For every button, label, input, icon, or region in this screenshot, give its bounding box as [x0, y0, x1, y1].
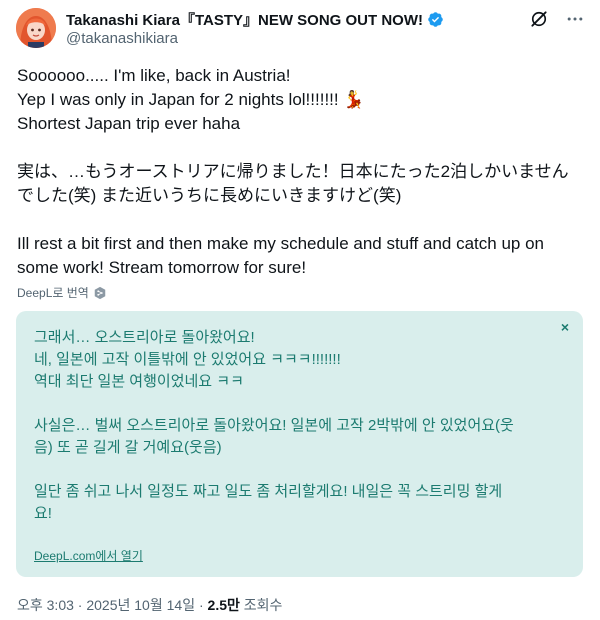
close-icon: × [560, 319, 570, 335]
avatar-image [16, 8, 56, 48]
tweet-text: Soooooo..... I'm like, back in Austria! … [17, 64, 583, 280]
avatar[interactable] [16, 8, 56, 48]
views-count: 2.5만 [207, 597, 240, 613]
tweet-date[interactable]: 2025년 10월 14일 [86, 597, 195, 613]
tweet-time[interactable]: 오후 3:03 [17, 597, 74, 613]
tweet-line: でした(笑) また近いうちに長めにいきますけど(笑) [17, 186, 402, 205]
display-name[interactable]: Takanashi Kiara『TASTY』NEW SONG OUT NOW! [66, 9, 423, 30]
translate-label: DeepL로 번역 [17, 286, 89, 300]
tweet-line: some work! Stream tomorrow for sure! [17, 258, 307, 277]
meta-separator: · [77, 597, 83, 613]
tweet-line: 実は、…もうオーストリアに帰りました！日本にたった2泊しかいません [17, 162, 569, 181]
views-label: 조회수 [243, 597, 283, 613]
tweet-line: Soooooo..... I'm like, back in Austria! [17, 66, 291, 85]
translation-line: 그래서… 오스트리아로 돌아왔어요! [34, 329, 255, 346]
translation-line: 요! [34, 505, 52, 522]
translation-line: 사실은… 벌써 오스트리아로 돌아왔어요! 일본에 고작 2박밖에 안 있었어요… [34, 417, 514, 434]
tweet-line: Yep I was only in Japan for 2 nights lol… [17, 90, 365, 109]
close-translation-button[interactable]: × [557, 319, 573, 335]
translation-box: × 그래서… 오스트리아로 돌아왔어요! 네, 일본에 고작 이틀밖에 안 있었… [16, 311, 583, 577]
top-actions [528, 8, 586, 30]
meta-separator: · [198, 597, 204, 613]
translation-line: 네, 일본에 고작 이틀밖에 안 있었어요 ㅋㅋㅋ!!!!!!! [34, 351, 341, 368]
more-icon [567, 17, 583, 21]
verified-badge-icon [428, 12, 443, 27]
translation-line: 일단 좀 쉬고 나서 일정도 짜고 일도 좀 처리할게요! 내일은 꼭 스트리밍… [34, 483, 503, 500]
open-deepl-link[interactable]: DeepL.com에서 열기 [34, 545, 143, 567]
more-button[interactable] [564, 8, 586, 30]
tweet-card: Takanashi Kiara『TASTY』NEW SONG OUT NOW! … [0, 0, 600, 620]
translate-button[interactable]: DeepL로 번역 [17, 284, 107, 301]
user-handle[interactable]: @takanashikiara [66, 30, 178, 47]
grok-button[interactable] [528, 8, 550, 30]
translation-line: 음) 또 곧 길게 갈 거예요(웃음) [34, 439, 222, 456]
user-name-row[interactable]: Takanashi Kiara『TASTY』NEW SONG OUT NOW! [66, 9, 444, 30]
translation-line: 역대 최단 일본 여행이었네요 ㅋㅋ [34, 373, 244, 390]
deepl-icon [94, 286, 106, 299]
grok-icon [531, 11, 547, 27]
tweet-line: Ill rest a bit first and then make my sc… [17, 234, 544, 253]
tweet-meta: 오후 3:03 · 2025년 10월 14일 · 2.5만 조회수 [17, 595, 282, 615]
tweet-line: Shortest Japan trip ever haha [17, 114, 241, 133]
